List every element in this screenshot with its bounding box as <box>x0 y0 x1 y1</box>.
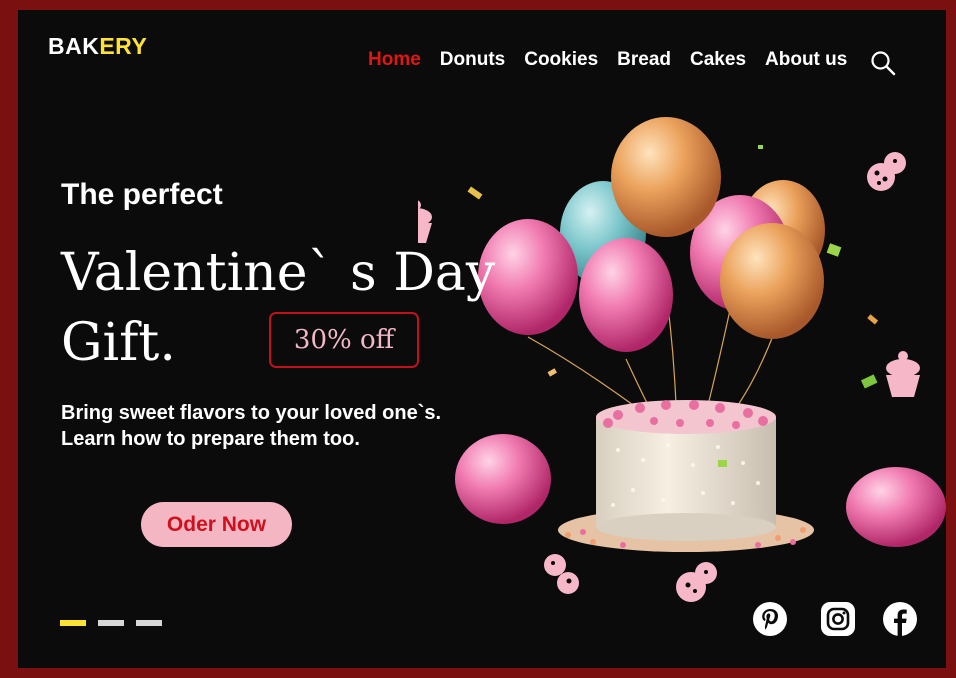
nav-bread[interactable]: Bread <box>617 49 671 71</box>
logo-text-yellow: ERY <box>99 33 148 59</box>
slider-indicators <box>60 620 174 626</box>
hero-description-line1: Bring sweet flavors to your loved one`s. <box>61 402 442 424</box>
hero-kicker: The perfect <box>61 178 223 211</box>
bakery-logo[interactable]: BAKERY <box>48 33 147 60</box>
balloon-pink <box>846 467 946 547</box>
slider-dot-active[interactable] <box>60 620 86 626</box>
hero-description-line2: Learn how to prepare them too. <box>61 428 360 450</box>
hero-page: BAKERY Home Donuts Cookies Bread Cakes A… <box>18 10 946 668</box>
nav-donuts[interactable]: Donuts <box>440 49 505 71</box>
nav-cookies[interactable]: Cookies <box>524 49 598 71</box>
discount-badge: 30% off <box>269 312 419 368</box>
slider-dot[interactable] <box>98 620 124 626</box>
search-icon[interactable] <box>870 50 896 76</box>
nav-about-us[interactable]: About us <box>765 49 847 71</box>
balloon-pink <box>579 238 673 352</box>
nav-home[interactable]: Home <box>368 49 421 71</box>
main-nav: Home Donuts Cookies Bread Cakes About us <box>368 49 866 71</box>
nav-cakes[interactable]: Cakes <box>690 49 746 71</box>
balloon-gold <box>611 117 721 237</box>
instagram-icon[interactable] <box>820 601 856 637</box>
logo-text-white: BAK <box>48 33 100 59</box>
cake <box>558 400 814 552</box>
order-now-button[interactable]: Oder Now <box>141 502 292 547</box>
hero-headline-line1: Valentine` s Day <box>61 243 496 303</box>
pinterest-icon[interactable] <box>752 601 788 637</box>
hero-description: Bring sweet flavors to your loved one`s.… <box>61 400 491 452</box>
balloon-gold <box>720 223 824 339</box>
facebook-icon[interactable] <box>882 601 918 637</box>
slider-dot[interactable] <box>136 620 162 626</box>
